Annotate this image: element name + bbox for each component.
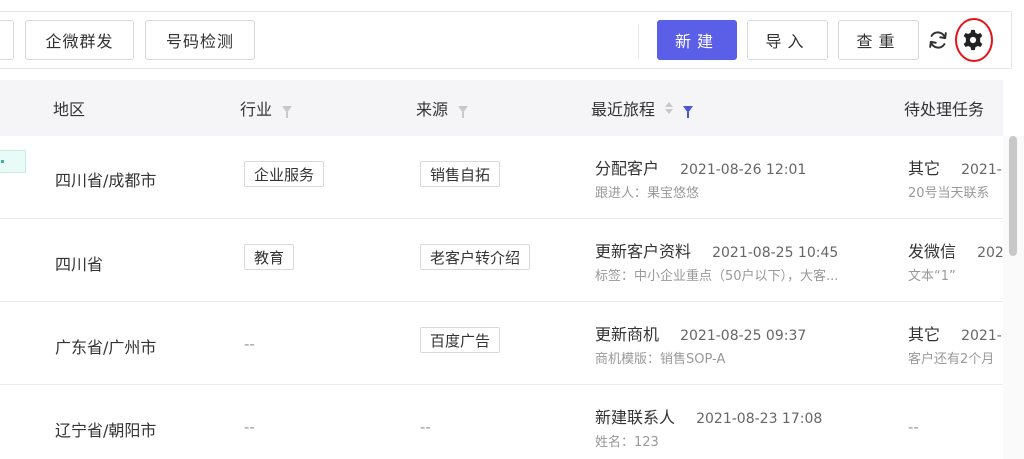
region-cell: 四川省/成都市 bbox=[55, 171, 157, 190]
refresh-icon[interactable] bbox=[926, 28, 950, 52]
sort-icon[interactable] bbox=[665, 102, 674, 114]
column-label: 最近旅程 bbox=[591, 100, 656, 119]
toolbar: 企微群发 号码检测 新建 导入 查重 bbox=[0, 0, 1024, 80]
journey-header: 新建联系人 2021-08-23 17:08 bbox=[595, 404, 822, 428]
industry-empty: -- bbox=[244, 418, 255, 436]
journey-time: 2021-08-25 10:45 bbox=[712, 245, 839, 261]
table-row[interactable]: 辽宁省/朝阳市 -- -- 新建联系人 2021-08-23 17:08 姓名：… bbox=[0, 385, 1003, 459]
industry-empty: -- bbox=[244, 335, 255, 353]
dedupe-button[interactable]: 查重 bbox=[838, 20, 919, 60]
journey-title: 新建联系人 bbox=[595, 408, 676, 427]
task-title: 其它 bbox=[908, 159, 941, 178]
journey-subtext: 商机模版：销售SOP-A bbox=[595, 352, 726, 367]
source-empty: -- bbox=[420, 418, 431, 436]
task-time: 2021- bbox=[961, 162, 1002, 178]
source-tag: 老客户转介绍 bbox=[420, 244, 531, 270]
journey-time: 2021-08-25 09:37 bbox=[680, 328, 807, 344]
table-row[interactable]: 四川省/成都市 企业服务 销售自拓 分配客户 2021-08-26 12:01 … bbox=[0, 136, 1003, 219]
task-time: 202 bbox=[977, 245, 1003, 261]
task-subtext: 文本“1” bbox=[908, 269, 956, 284]
industry-tag: 企业服务 bbox=[244, 161, 325, 187]
task-header: 其它 2021- bbox=[908, 155, 1002, 179]
task-time: 2021- bbox=[961, 328, 1002, 344]
task-subtext: 客户还有2个月 bbox=[908, 352, 995, 367]
column-header-recent-journey: 最近旅程 bbox=[591, 80, 694, 136]
task-title: 其它 bbox=[908, 325, 941, 344]
column-header-industry: 行业 bbox=[240, 80, 293, 136]
journey-title: 分配客户 bbox=[595, 159, 660, 178]
journey-time: 2021-08-26 12:01 bbox=[680, 162, 807, 178]
industry-tag: 教育 bbox=[244, 244, 295, 270]
task-title: 发微信 bbox=[908, 242, 957, 261]
number-check-button[interactable]: 号码检测 bbox=[145, 20, 255, 60]
column-header-region: 地区 bbox=[53, 80, 85, 136]
filter-active-icon[interactable] bbox=[683, 105, 694, 118]
journey-subtext: 跟进人：果宝悠悠 bbox=[595, 186, 700, 201]
filter-icon[interactable] bbox=[282, 105, 293, 118]
new-button[interactable]: 新建 bbox=[657, 20, 737, 60]
journey-title: 更新商机 bbox=[595, 325, 660, 344]
task-header: 其它 2021- bbox=[908, 321, 1002, 345]
source-tag: 百度广告 bbox=[420, 327, 501, 353]
group-send-button[interactable]: 企微群发 bbox=[25, 20, 134, 60]
settings-highlight-ring bbox=[955, 18, 993, 62]
region-cell: 四川省 bbox=[55, 255, 104, 274]
table-row[interactable]: 广东省/广州市 -- 百度广告 更新商机 2021-08-25 09:37 商机… bbox=[0, 302, 1003, 385]
source-tag: 销售自拓 bbox=[420, 161, 501, 187]
toolbar-divider bbox=[638, 24, 639, 58]
task-empty: -- bbox=[908, 418, 919, 436]
journey-header: 更新商机 2021-08-25 09:37 bbox=[595, 321, 806, 345]
table-row[interactable]: 四川省 教育 老客户转介绍 更新客户资料 2021-08-25 10:45 标签… bbox=[0, 219, 1003, 302]
table-header: 地区 行业 来源 最近旅程 待处理任务 bbox=[0, 80, 1003, 136]
journey-header: 分配客户 2021-08-26 12:01 bbox=[595, 155, 806, 179]
customer-table: 地区 行业 来源 最近旅程 待处理任务 四川省/成都市 企业服务 销售自拓 分配… bbox=[0, 80, 1024, 459]
region-cell: 广东省/广州市 bbox=[55, 338, 157, 357]
filter-icon[interactable] bbox=[458, 105, 469, 118]
journey-title: 更新客户资料 bbox=[595, 242, 692, 261]
column-label: 来源 bbox=[416, 100, 449, 119]
task-header: 发微信 202 bbox=[908, 238, 1003, 262]
column-header-source: 来源 bbox=[416, 80, 469, 136]
journey-subtext: 姓名：123 bbox=[595, 435, 659, 450]
journey-subtext: 标签：中小企业重点（50户以下），大客... bbox=[595, 269, 839, 284]
status-tag bbox=[0, 150, 26, 173]
partial-button[interactable] bbox=[0, 20, 14, 60]
column-label: 地区 bbox=[53, 100, 86, 119]
column-label: 待处理任务 bbox=[904, 100, 985, 119]
region-cell: 辽宁省/朝阳市 bbox=[55, 421, 157, 440]
journey-time: 2021-08-23 17:08 bbox=[696, 411, 823, 427]
task-subtext: 20号当天联系 bbox=[908, 186, 990, 201]
column-header-pending-tasks: 待处理任务 bbox=[904, 80, 984, 136]
column-label: 行业 bbox=[240, 100, 273, 119]
scrollbar-thumb[interactable] bbox=[1009, 136, 1017, 256]
import-button[interactable]: 导入 bbox=[747, 20, 828, 60]
vertical-scrollbar[interactable] bbox=[1003, 136, 1024, 459]
journey-header: 更新客户资料 2021-08-25 10:45 bbox=[595, 238, 838, 262]
